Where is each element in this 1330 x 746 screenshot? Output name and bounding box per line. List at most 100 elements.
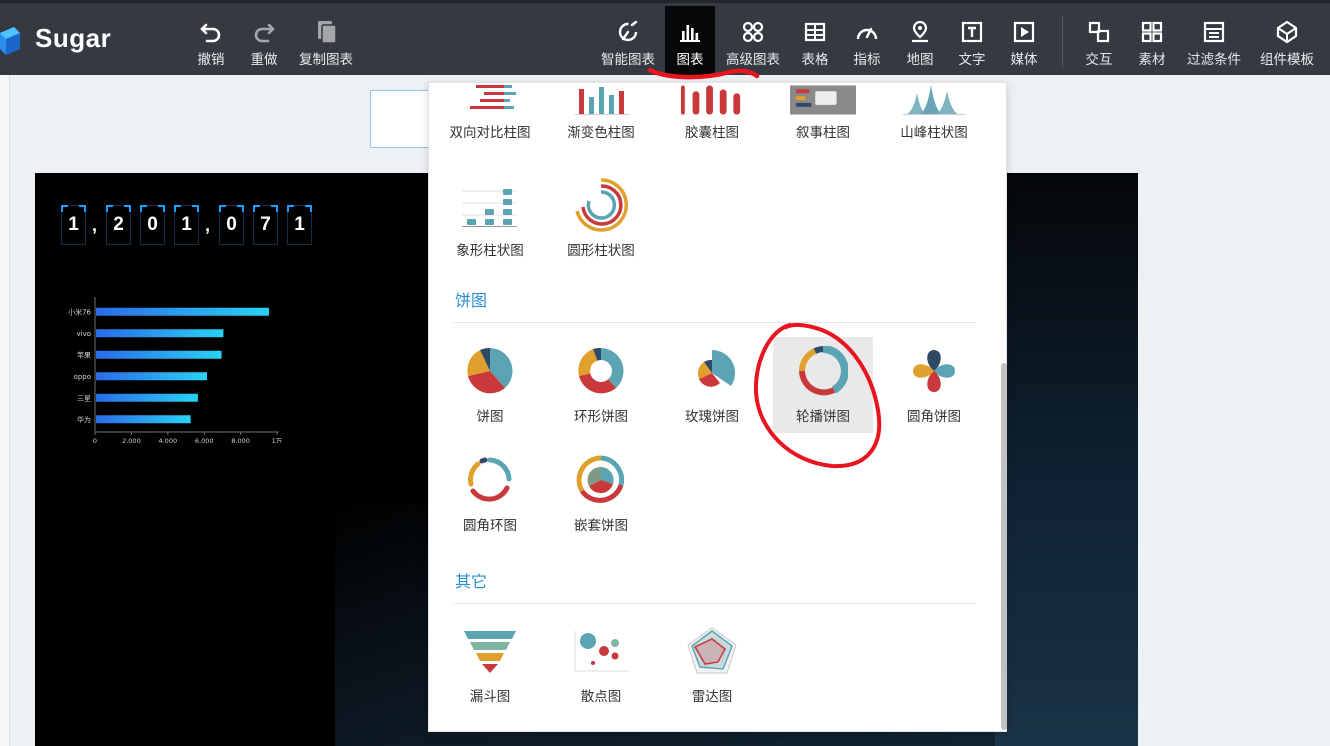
menu-item-label: 胶囊柱图 bbox=[685, 125, 739, 141]
chart-x-tick-label: 4,000 bbox=[158, 437, 177, 443]
bar-chart-icon bbox=[680, 25, 700, 42]
section-title-other: 其它 bbox=[455, 572, 488, 591]
menu-item-scatter[interactable]: 散点图 bbox=[551, 623, 651, 719]
section-divider bbox=[454, 603, 976, 604]
chart-x-tick-label: 0 bbox=[93, 437, 97, 443]
funnel-thumb-icon bbox=[464, 631, 516, 673]
menu-item-label: 叙事柱图 bbox=[796, 125, 850, 141]
filter-label: 过滤条件 bbox=[1187, 52, 1241, 68]
smart-chart-icon bbox=[618, 20, 638, 42]
menu-item-label: 双向对比柱图 bbox=[449, 125, 531, 141]
menu-item-label: 雷达图 bbox=[691, 689, 733, 705]
capsule-bar-thumb-icon bbox=[680, 85, 741, 115]
copy-chart-button[interactable]: 复制图表 bbox=[295, 6, 357, 76]
circular-bar-thumb-icon bbox=[575, 178, 628, 232]
menu-item-rounded-ring[interactable]: 圆角环图 bbox=[440, 452, 540, 548]
advanced-chart-button[interactable]: 高级图表 bbox=[722, 6, 784, 76]
counter-digit: 7 bbox=[253, 205, 279, 245]
map-label: 地图 bbox=[906, 52, 934, 68]
brand-name: Sugar bbox=[35, 23, 112, 53]
table-label: 表格 bbox=[801, 52, 829, 68]
counter-digit: 1 bbox=[174, 205, 200, 245]
advanced-chart-icon bbox=[742, 21, 764, 43]
left-panel-edge bbox=[0, 75, 10, 746]
narrative-bar-thumb-icon bbox=[790, 85, 856, 115]
menu-item-carousel-pie[interactable]: 轮播饼图 bbox=[773, 337, 873, 433]
chart-bar bbox=[96, 329, 224, 338]
chart-bar bbox=[96, 393, 198, 402]
mountain-bar-thumb-icon bbox=[903, 85, 965, 115]
menu-item-pictorial-bar[interactable]: 象形柱状图 bbox=[440, 177, 540, 273]
counter-digit: 0 bbox=[219, 205, 245, 245]
menu-item-rounded-pie[interactable]: 圆角饼图 bbox=[884, 343, 984, 439]
undo-button[interactable]: 撤销 bbox=[196, 6, 226, 76]
horizontal-bar-chart[interactable]: 小米76 vivo 苹果 oppo 三星华为 0 2,000 4,000 6,000 8,000 1… bbox=[55, 293, 305, 443]
menu-item-funnel[interactable]: 漏斗图 bbox=[440, 623, 540, 719]
redo-icon bbox=[254, 23, 275, 43]
menu-item-circular-bar[interactable]: 圆形柱状图 bbox=[551, 177, 651, 273]
menu-item-mountain-bar[interactable]: 山峰柱状图 bbox=[884, 85, 984, 181]
table-icon bbox=[804, 22, 826, 42]
menu-item-pie[interactable]: 饼图 bbox=[440, 343, 540, 439]
filter-button[interactable]: 过滤条件 bbox=[1183, 6, 1245, 76]
media-label: 媒体 bbox=[1010, 52, 1038, 68]
text-button[interactable]: 文字 bbox=[955, 6, 989, 76]
menu-item-gradient-bar[interactable]: 渐变色柱图 bbox=[551, 85, 651, 181]
counter-separator: , bbox=[205, 214, 211, 235]
menu-item-donut[interactable]: 环形饼图 bbox=[551, 343, 651, 439]
counter-digit: 1 bbox=[287, 205, 313, 245]
chart-category-label: 华为 bbox=[77, 415, 91, 424]
chart-category-label: 苹果 bbox=[77, 350, 91, 359]
smart-chart-button[interactable]: 智能图表 bbox=[597, 6, 659, 76]
menu-item-label: 圆形柱状图 bbox=[567, 243, 635, 259]
counter-digit: 1 bbox=[61, 205, 86, 245]
chart-x-tick-label: 6,000 bbox=[195, 437, 214, 443]
counter-digit: 0 bbox=[140, 205, 166, 245]
copy-chart-label: 复制图表 bbox=[299, 52, 353, 68]
menu-item-bidirectional-bar[interactable]: 双向对比柱图 bbox=[440, 85, 540, 181]
toolbar-divider bbox=[1062, 15, 1063, 67]
table-button[interactable]: 表格 bbox=[798, 6, 832, 76]
menu-item-capsule-bar[interactable]: 胶囊柱图 bbox=[662, 85, 762, 181]
chart-category-label: 三星 bbox=[77, 394, 91, 402]
menu-item-radar[interactable]: 雷达图 bbox=[662, 623, 762, 719]
menu-item-label: 象形柱状图 bbox=[456, 243, 524, 259]
menu-scrollbar[interactable] bbox=[1001, 363, 1007, 730]
number-counter: 1 , 2 0 1 , 0 7 1 bbox=[61, 205, 321, 245]
map-button[interactable]: 地图 bbox=[903, 6, 937, 76]
menu-item-label: 山峰柱状图 bbox=[900, 125, 968, 141]
advanced-chart-label: 高级图表 bbox=[726, 52, 780, 68]
redo-button[interactable]: 重做 bbox=[248, 6, 280, 76]
menu-item-label: 渐变色柱图 bbox=[567, 125, 635, 141]
map-pin-icon bbox=[912, 20, 928, 43]
background-image-edge bbox=[995, 173, 1138, 746]
menu-item-rose-pie[interactable]: 玫瑰饼图 bbox=[662, 343, 762, 439]
gauge-icon bbox=[856, 27, 878, 40]
pie-thumb-icon bbox=[467, 347, 513, 394]
menu-item-nested-pie[interactable]: 嵌套饼图 bbox=[551, 452, 651, 548]
template-button[interactable]: 组件模板 bbox=[1256, 6, 1318, 76]
pictorial-bar-thumb-icon bbox=[462, 189, 517, 227]
chart-bar bbox=[96, 307, 269, 316]
carousel-pie-thumb-icon bbox=[799, 346, 848, 396]
media-icon bbox=[1013, 21, 1035, 43]
menu-item-label: 环形饼图 bbox=[574, 409, 628, 425]
menu-item-label: 玫瑰饼图 bbox=[685, 409, 739, 425]
metric-button[interactable]: 指标 bbox=[850, 6, 884, 76]
assets-button[interactable]: 素材 bbox=[1135, 6, 1169, 76]
interaction-button[interactable]: 交互 bbox=[1082, 6, 1116, 76]
template-label: 组件模板 bbox=[1260, 52, 1314, 68]
chart-bar bbox=[96, 415, 191, 424]
assets-label: 素材 bbox=[1138, 52, 1166, 68]
chart-x-tick-label: 8,000 bbox=[231, 437, 250, 443]
radar-thumb-icon bbox=[687, 627, 737, 674]
chart-x-tick-label: 1万 bbox=[272, 437, 283, 443]
menu-item-label: 漏斗图 bbox=[469, 689, 511, 705]
media-button[interactable]: 媒体 bbox=[1007, 6, 1041, 76]
scatter-thumb-icon bbox=[574, 631, 629, 672]
donut-thumb-icon bbox=[578, 347, 624, 394]
menu-item-label: 圆角环图 bbox=[463, 518, 517, 534]
chart-button[interactable]: 图表 bbox=[665, 6, 715, 76]
top-toolbar: Sugar 撤销 重做 复制图表 智能图表 图表 高级图表 表格 指标 地图 文… bbox=[0, 0, 1330, 76]
menu-item-narrative-bar[interactable]: 叙事柱图 bbox=[773, 85, 873, 181]
